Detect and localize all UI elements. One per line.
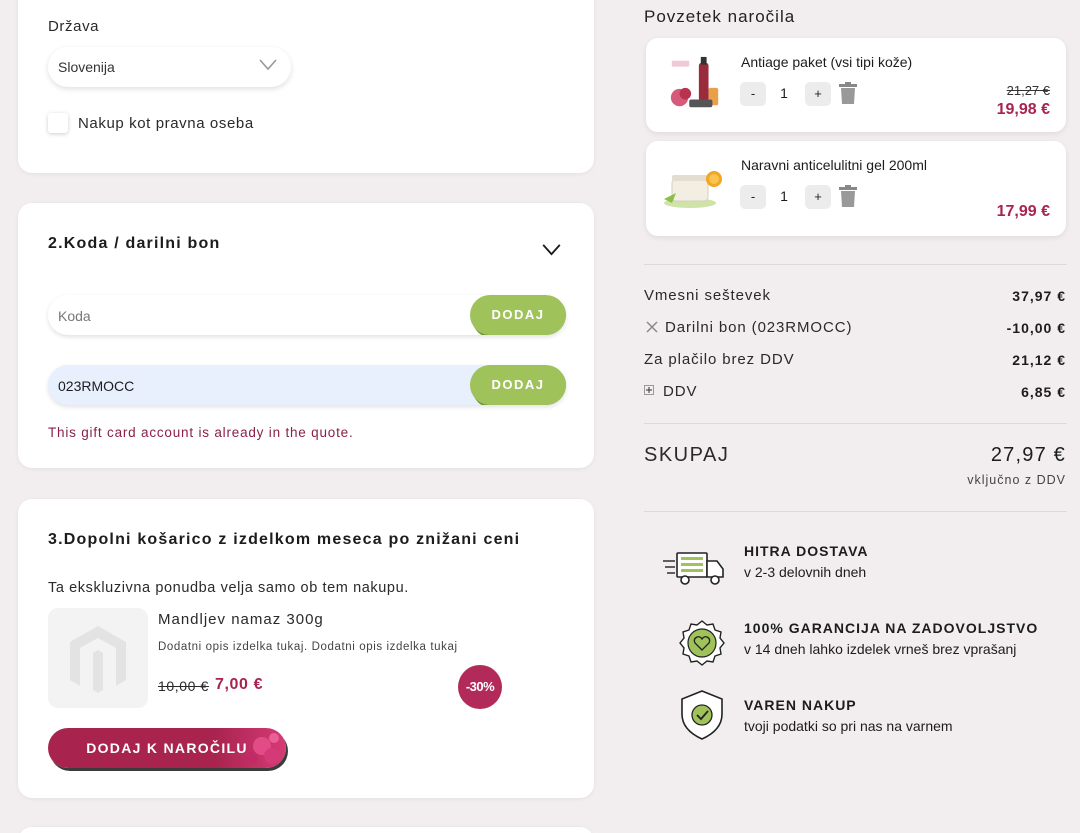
qty-value[interactable]: 1 <box>777 188 791 204</box>
flower-decoration-icon <box>246 733 280 764</box>
upsell-section-title: 3.Dopolni košarico z izdelkom meseca po … <box>48 531 521 548</box>
discount-badge: -30% <box>458 665 502 709</box>
remove-gift-card-icon[interactable] <box>646 321 658 333</box>
feature-subtitle: v 2-3 delovnih dneh <box>744 564 867 580</box>
net-total-value: 21,12 € <box>1012 352 1066 368</box>
trash-icon[interactable] <box>839 185 857 207</box>
guarantee-seal-icon <box>679 620 725 666</box>
upsell-product-name: Mandljev namaz 300g <box>158 611 324 628</box>
legal-entity-checkbox[interactable] <box>48 113 68 133</box>
address-card: Država Slovenija Nakup kot pravna oseba <box>18 0 594 173</box>
gift-card-field[interactable]: 023RMOCC DODAJ <box>48 365 566 405</box>
cart-item: Naravni anticelulitni gel 200ml - 1 + 17… <box>646 141 1066 236</box>
grand-total-note: vključno z DDV <box>967 473 1066 487</box>
grand-total-label: SKUPAJ <box>644 444 730 466</box>
order-summary-title: Povzetek naročila <box>644 7 796 26</box>
secure-shield-icon <box>681 690 723 740</box>
cart-item-price: 17,99 € <box>996 203 1050 220</box>
net-total-label: Za plačilo brez DDV <box>644 351 795 368</box>
upsell-new-price: 7,00 € <box>215 676 264 693</box>
subtotal-value: 37,97 € <box>1012 288 1066 304</box>
feature-subtitle: v 14 dneh lahko izdelek vrneš brez vpraš… <box>744 641 1017 657</box>
coupon-section-title: 2.Koda / darilni bon <box>48 235 221 252</box>
qty-increase-button[interactable]: + <box>805 185 831 209</box>
vat-label: DDV <box>663 383 698 400</box>
qty-decrease-button[interactable]: - <box>740 185 766 209</box>
upsell-product-description: Dodatni opis izdelka tukaj. Dodatni opis… <box>158 641 458 653</box>
cart-item-old-price: 21,27 € <box>1006 83 1050 98</box>
feature-title: VAREN NAKUP <box>744 697 857 713</box>
summary-divider <box>644 423 1067 424</box>
gift-card-error: This gift card account is already in the… <box>48 425 354 440</box>
cart-item-name: Naravni anticelulitni gel 200ml <box>741 157 927 173</box>
cart-item: Antiage paket (vsi tipi kože) - 1 + 21,2… <box>646 38 1066 132</box>
add-to-order-button[interactable]: DODAJ K NAROČILU <box>48 728 286 768</box>
legal-entity-label: Nakup kot pravna oseba <box>78 115 254 132</box>
placeholder-logo-icon <box>70 626 126 693</box>
chevron-down-icon[interactable] <box>542 244 561 256</box>
country-select[interactable]: Slovenija <box>48 47 291 87</box>
qty-increase-button[interactable]: + <box>805 82 831 106</box>
feature-title: HITRA DOSTAVA <box>744 543 869 559</box>
upsell-note: Ta ekskluzivna ponudba velja samo ob tem… <box>48 580 409 596</box>
coupon-code-field[interactable]: Koda DODAJ <box>48 295 566 335</box>
upsell-old-price: 10,00 € <box>158 678 209 694</box>
expand-plus-icon[interactable] <box>644 385 654 395</box>
summary-divider <box>644 511 1067 512</box>
coupon-add-button[interactable]: DODAJ <box>470 295 566 335</box>
qty-value[interactable]: 1 <box>777 85 791 101</box>
vat-value: 6,85 € <box>1021 384 1066 400</box>
grand-total-value: 27,97 € <box>990 444 1066 466</box>
coupon-card: 2.Koda / darilni bon Koda DODAJ 023RMOCC… <box>18 203 594 468</box>
chevron-down-icon <box>259 59 277 71</box>
gift-card-label: Darilni bon (023RMOCC) <box>665 319 853 336</box>
cart-item-price: 19,98 € <box>996 101 1050 118</box>
upsell-card: 3.Dopolni košarico z izdelkom meseca po … <box>18 499 594 798</box>
summary-divider <box>644 264 1067 265</box>
delivery-truck-icon <box>663 552 724 585</box>
coupon-code-input[interactable]: Koda <box>58 308 91 324</box>
gift-card-add-button[interactable]: DODAJ <box>470 365 566 405</box>
cart-item-name: Antiage paket (vsi tipi kože) <box>741 54 913 70</box>
anticellulite-gel-image <box>664 171 722 208</box>
gift-card-value: -10,00 € <box>1006 320 1066 336</box>
product-placeholder-image <box>48 608 148 708</box>
feature-subtitle: tvoji podatki so pri nas na varnem <box>744 718 953 734</box>
feature-title: 100% GARANCIJA NA ZADOVOLJSTVO <box>744 620 1039 636</box>
qty-decrease-button[interactable]: - <box>740 82 766 106</box>
country-value: Slovenija <box>58 59 115 75</box>
trash-icon[interactable] <box>839 82 857 104</box>
subtotal-label: Vmesni seštevek <box>644 287 771 304</box>
country-label: Država <box>48 18 100 35</box>
gift-card-input[interactable]: 023RMOCC <box>58 378 134 394</box>
antiage-package-image <box>670 56 719 108</box>
next-section-card <box>18 827 594 833</box>
